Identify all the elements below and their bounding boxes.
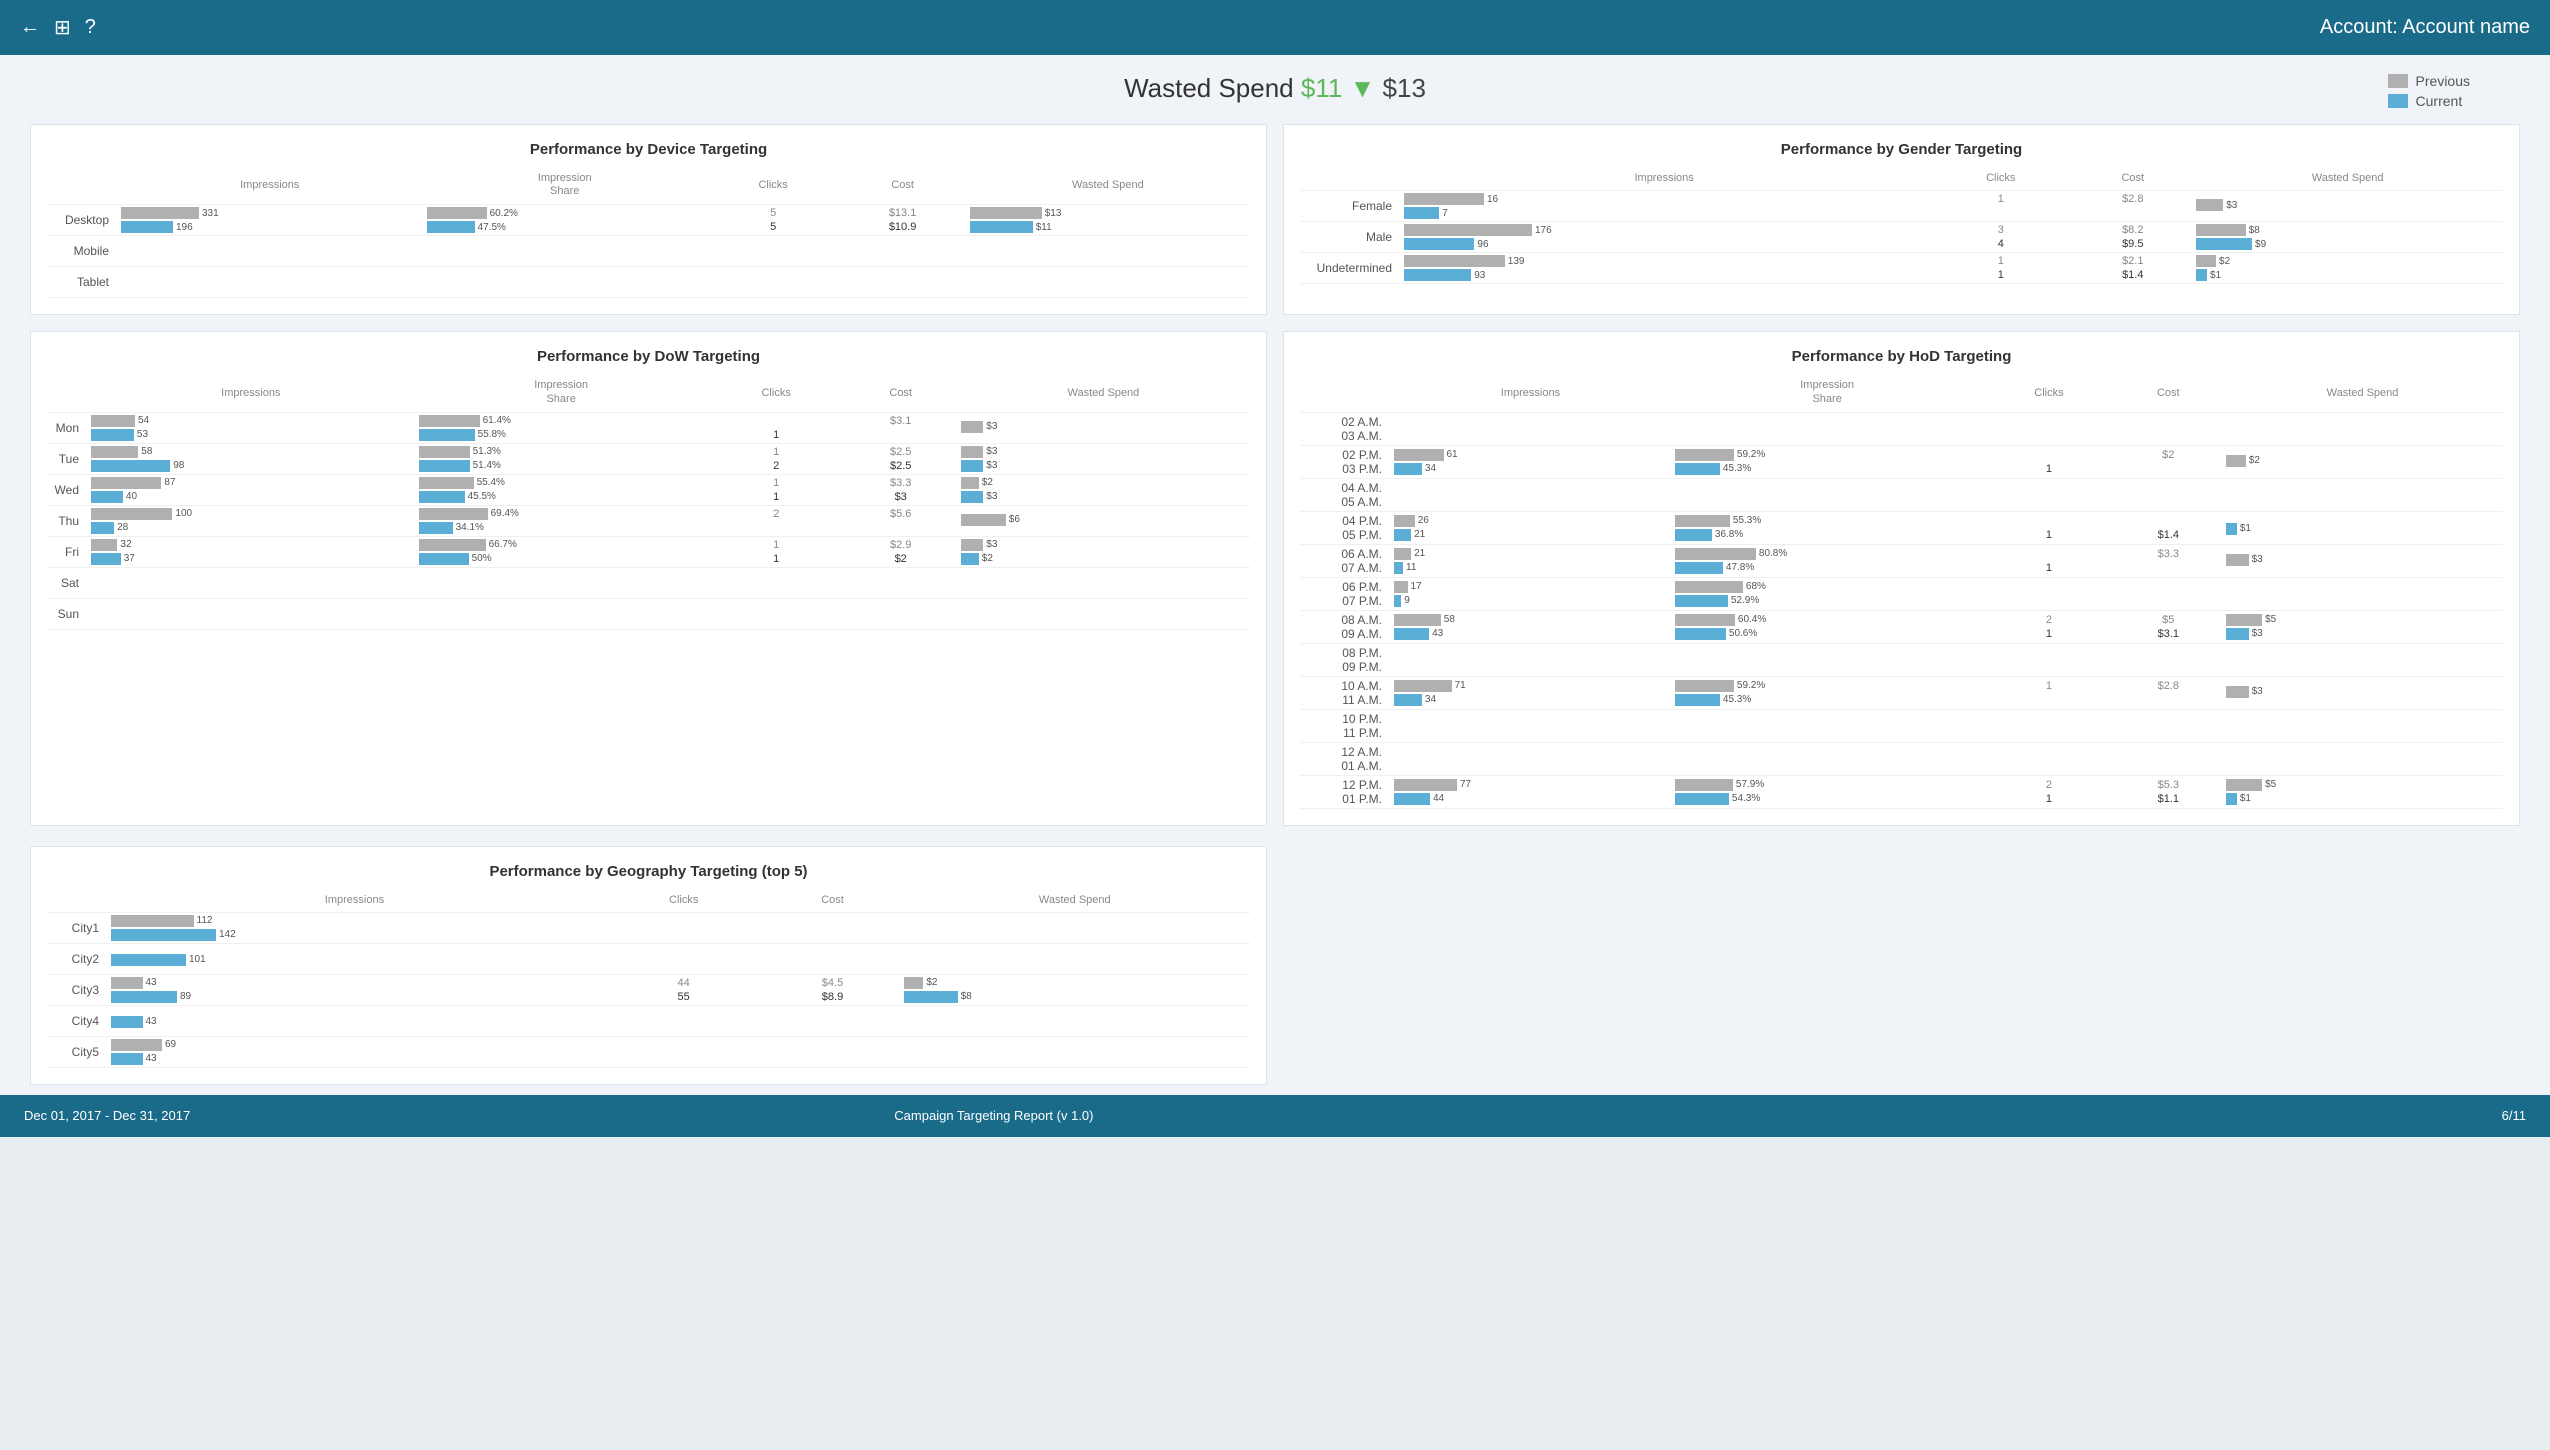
device-col-impressions: Impressions: [117, 170, 423, 205]
hod-panel-title: Performance by HoD Targeting: [1300, 348, 2503, 365]
wasted-amount-curr: $13: [1383, 73, 1426, 103]
dow-col-cost: Cost: [845, 377, 957, 412]
table-row: Sun: [47, 598, 1250, 629]
table-row: 08 P.M.09 P.M.: [1300, 643, 2503, 676]
geo-table: Impressions Clicks Cost Wasted Spend Cit…: [47, 892, 1250, 1068]
geo-col-impressions: Impressions: [107, 892, 602, 913]
gender-col-clicks: Clicks: [1928, 170, 2073, 191]
device-panel-title: Performance by Device Targeting: [47, 141, 1250, 158]
table-row: City443: [47, 1005, 1250, 1036]
geo-panel-title: Performance by Geography Targeting (top …: [47, 863, 1250, 880]
device-panel: Performance by Device Targeting Impressi…: [30, 124, 1267, 315]
geo-panel: Performance by Geography Targeting (top …: [30, 846, 1267, 1085]
hod-col-imp-share: ImpressionShare: [1671, 377, 1984, 412]
table-row: 10 P.M.11 P.M.: [1300, 709, 2503, 742]
dow-table: Impressions ImpressionShare Clicks Cost …: [47, 377, 1250, 629]
footer-page-info: 6/11: [2502, 1108, 2526, 1123]
grid-icon[interactable]: ⊞: [54, 15, 71, 40]
gender-panel-title: Performance by Gender Targeting: [1300, 141, 2503, 158]
dow-col-wasted: Wasted Spend: [957, 377, 1250, 412]
gender-col-cost: Cost: [2073, 170, 2192, 191]
legend-prev-box: [2388, 74, 2408, 88]
table-row: Thu1002869.4%34.1%2 $5.6 $6: [47, 505, 1250, 536]
title-prefix: Wasted Spend: [1124, 73, 1301, 103]
table-row: 02 A.M.03 A.M.: [1300, 412, 2503, 445]
trend-arrow: ▼: [1350, 73, 1376, 103]
table-row: 12 P.M.01 P.M.774457.9%54.3%21$5.3$1.1$5…: [1300, 775, 2503, 808]
table-row: Mobile: [47, 236, 1250, 267]
bottom-row: Performance by Geography Targeting (top …: [0, 846, 2550, 1095]
table-row: Female1671 $2.8 $3: [1300, 191, 2503, 222]
dow-col-impressions: Impressions: [87, 377, 415, 412]
legend: Previous Current: [2388, 73, 2470, 109]
device-table: Impressions ImpressionShare Clicks Cost …: [47, 170, 1250, 298]
table-row: Desktop33119660.2%47.5%55$13.1$10.9$13$1…: [47, 205, 1250, 236]
device-col-clicks: Clicks: [707, 170, 840, 205]
table-row: City343894455$4.5$8.9$2$8: [47, 974, 1250, 1005]
gender-panel: Performance by Gender Targeting Impressi…: [1283, 124, 2520, 315]
footer-report-title: Campaign Targeting Report (v 1.0): [894, 1108, 1093, 1123]
table-row: Fri323766.7%50%11$2.9$2$3$2: [47, 536, 1250, 567]
legend-previous: Previous: [2388, 73, 2470, 89]
wasted-amount-prev: $11: [1301, 73, 1342, 103]
table-row: City2101: [47, 943, 1250, 974]
table-row: Mon545361.4%55.8% 1$3.1 $3: [47, 412, 1250, 443]
table-row: 02 P.M.03 P.M.613459.2%45.3% 1$2 $2: [1300, 445, 2503, 478]
footer-date-range: Dec 01, 2017 - Dec 31, 2017: [24, 1108, 190, 1123]
hod-table: Impressions ImpressionShare Clicks Cost …: [1300, 377, 2503, 808]
table-row: Tablet: [47, 267, 1250, 298]
gender-table: Impressions Clicks Cost Wasted Spend Fem…: [1300, 170, 2503, 284]
geo-col-cost: Cost: [765, 892, 899, 913]
gender-col-wasted: Wasted Spend: [2192, 170, 2503, 191]
table-row: 06 P.M.07 P.M.17968%52.9%: [1300, 577, 2503, 610]
table-row: Wed874055.4%45.5%11$3.3$3$2$3: [47, 474, 1250, 505]
geo-col-wasted: Wasted Spend: [900, 892, 1250, 913]
legend-current: Current: [2388, 93, 2470, 109]
account-title: Account: Account name: [2320, 16, 2530, 39]
main-content: Performance by Device Targeting Impressi…: [0, 114, 2550, 846]
table-row: Undetermined1399311$2.1$1.4$2$1: [1300, 253, 2503, 284]
table-row: 12 A.M.01 A.M.: [1300, 742, 2503, 775]
device-col-wasted: Wasted Spend: [966, 170, 1250, 205]
table-row: 08 A.M.09 A.M.584360.4%50.6%21$5$3.1$5$3: [1300, 610, 2503, 643]
table-row: Male1769634$8.2$9.5$8$9: [1300, 222, 2503, 253]
legend-curr-box: [2388, 94, 2408, 108]
page-title: Wasted Spend $11 ▼ $13: [1124, 73, 1426, 104]
legend-prev-label: Previous: [2416, 73, 2470, 89]
hod-col-clicks: Clicks: [1983, 377, 2114, 412]
footer: Dec 01, 2017 - Dec 31, 2017 Campaign Tar…: [0, 1095, 2550, 1137]
bottom-right-empty: [1283, 846, 2520, 1085]
hod-col-wasted: Wasted Spend: [2222, 377, 2503, 412]
table-row: 06 A.M.07 A.M.211180.8%47.8% 1$3.3 $3: [1300, 544, 2503, 577]
table-row: 04 P.M.05 P.M.262155.3%36.8% 1 $1.4$1: [1300, 511, 2503, 544]
geo-col-clicks: Clicks: [602, 892, 766, 913]
help-icon[interactable]: ?: [85, 16, 96, 39]
nav-icons: ← ⊞ ?: [20, 15, 96, 40]
device-col-cost: Cost: [839, 170, 965, 205]
gender-col-impressions: Impressions: [1400, 170, 1928, 191]
dow-panel: Performance by DoW Targeting Impressions…: [30, 331, 1267, 825]
table-row: Sat: [47, 567, 1250, 598]
hod-panel: Performance by HoD Targeting Impressions…: [1283, 331, 2520, 825]
hod-col-cost: Cost: [2115, 377, 2223, 412]
dow-panel-title: Performance by DoW Targeting: [47, 348, 1250, 365]
table-row: 10 A.M.11 A.M.713459.2%45.3%1 $2.8 $3: [1300, 676, 2503, 709]
legend-curr-label: Current: [2416, 93, 2463, 109]
title-area: Wasted Spend $11 ▼ $13 Previous Current: [0, 55, 2550, 114]
dow-col-clicks: Clicks: [708, 377, 845, 412]
dow-col-imp-share: ImpressionShare: [415, 377, 708, 412]
top-header: ← ⊞ ? Account: Account name: [0, 0, 2550, 55]
table-row: Tue589851.3%51.4%12$2.5$2.5$3$3: [47, 443, 1250, 474]
back-icon[interactable]: ←: [20, 16, 40, 39]
table-row: 04 A.M.05 A.M.: [1300, 478, 2503, 511]
table-row: City56943: [47, 1036, 1250, 1067]
device-col-imp-share: ImpressionShare: [423, 170, 707, 205]
table-row: City1112142: [47, 912, 1250, 943]
hod-col-impressions: Impressions: [1390, 377, 1671, 412]
